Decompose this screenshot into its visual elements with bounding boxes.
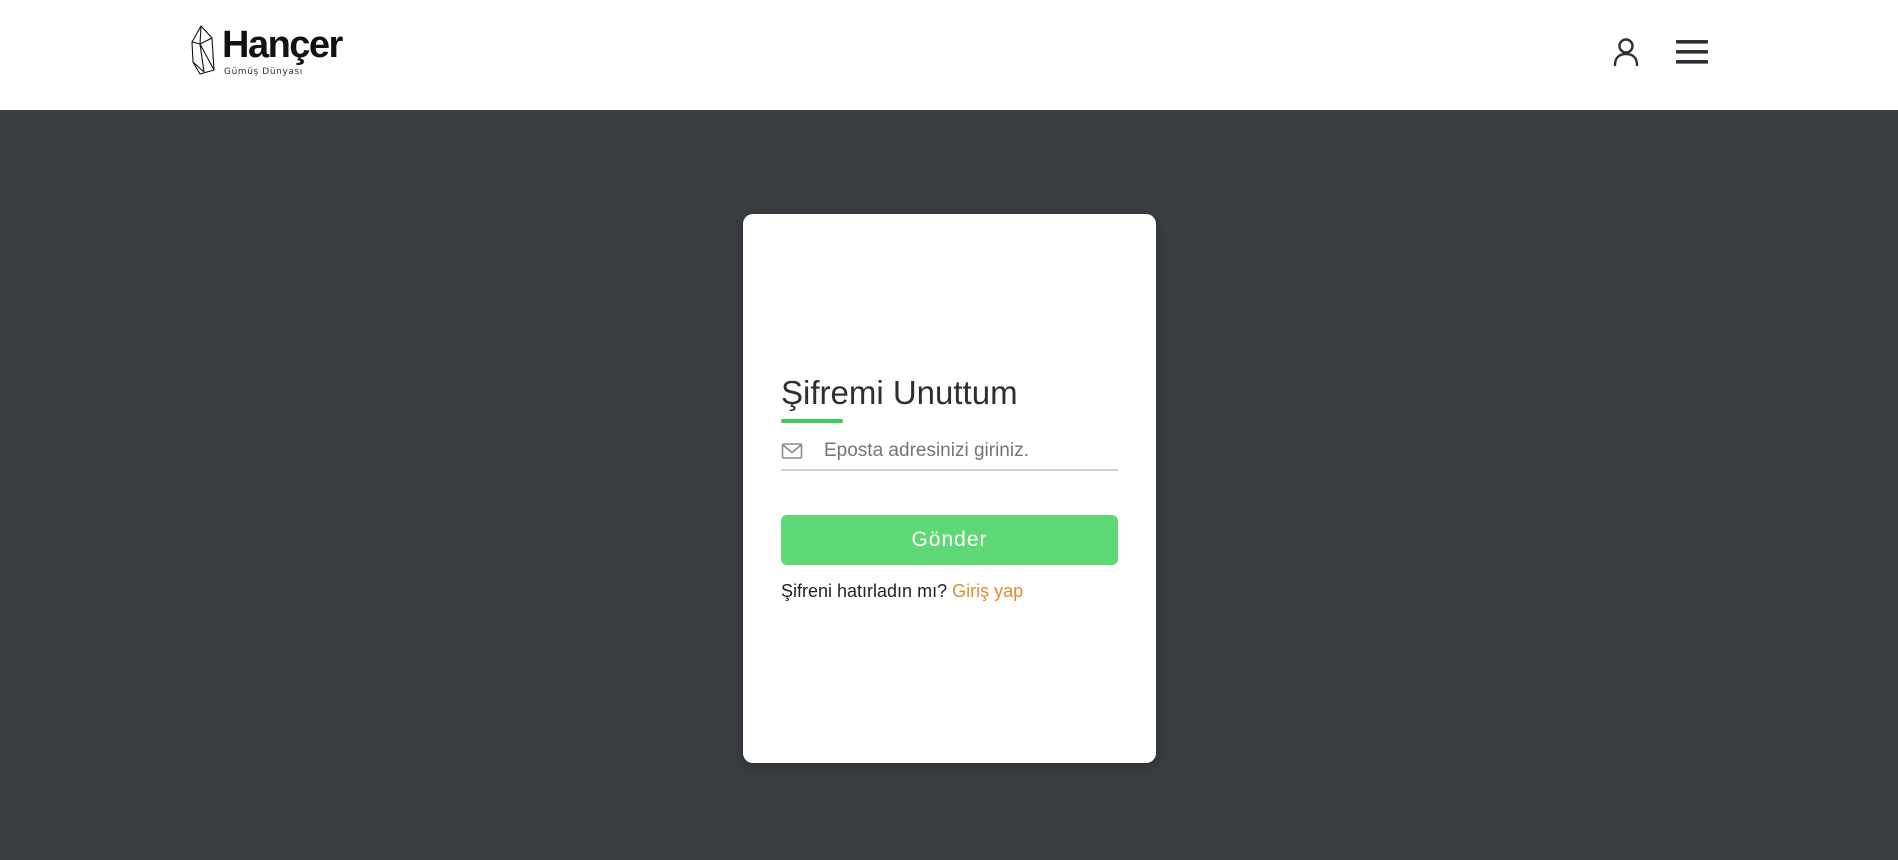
remember-password-row: Şifreni hatırladın mı? Giriş yap xyxy=(781,581,1118,602)
email-input[interactable] xyxy=(824,435,1114,466)
logo-brand-name: Hançer xyxy=(222,24,343,66)
brand-logo[interactable]: Hançer Gümüş Dünyası xyxy=(190,24,343,77)
header-actions xyxy=(1610,36,1708,68)
account-button[interactable] xyxy=(1610,36,1642,68)
remember-text: Şifreni hatırladın mı? xyxy=(781,581,953,601)
logo-tagline: Gümüş Dünyası xyxy=(224,67,303,77)
login-link[interactable]: Giriş yap xyxy=(952,581,1023,601)
menu-button[interactable] xyxy=(1676,36,1708,68)
hamburger-menu-icon xyxy=(1676,40,1708,64)
submit-button[interactable]: Gönder xyxy=(781,515,1118,565)
forgot-password-form: Şifremi Unuttum Gönder Şifreni hatırladı… xyxy=(781,373,1118,602)
forgot-password-card: Şifremi Unuttum Gönder Şifreni hatırladı… xyxy=(743,214,1156,763)
page-title: Şifremi Unuttum xyxy=(781,374,1018,411)
crystal-logo-icon xyxy=(191,25,215,75)
title-underline xyxy=(781,419,843,423)
site-header: Hançer Gümüş Dünyası xyxy=(0,0,1898,110)
logo-text: Hançer Gümüş Dünyası xyxy=(222,24,343,77)
user-icon xyxy=(1613,38,1639,67)
email-field-row xyxy=(781,432,1118,471)
mail-icon xyxy=(781,442,803,459)
